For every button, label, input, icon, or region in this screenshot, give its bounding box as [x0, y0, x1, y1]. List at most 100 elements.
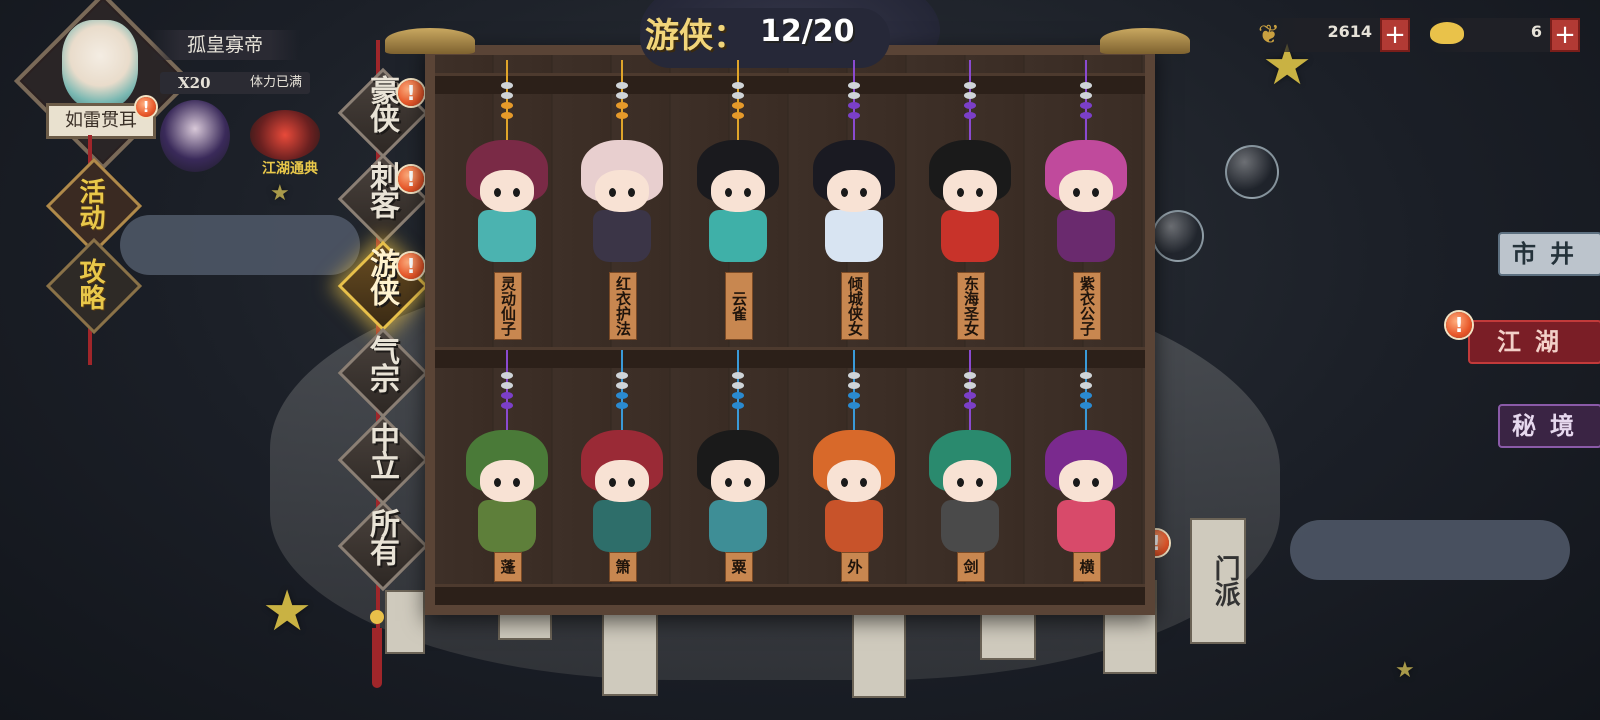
beads: [732, 372, 744, 412]
event-character-icon[interactable]: [160, 100, 230, 172]
character-slot[interactable]: 外: [799, 350, 909, 640]
bg-plaque: [385, 590, 425, 654]
nav-secret[interactable]: 秘境: [1498, 404, 1600, 448]
strategy-label[interactable]: 攻略: [72, 258, 109, 310]
character-figure: [1041, 140, 1131, 270]
nav-jianghu[interactable]: 江湖: [1468, 320, 1600, 364]
tab-label: 豪侠: [364, 75, 399, 131]
beads: [1080, 372, 1092, 412]
character-name-tag: 紫衣公子: [1073, 272, 1101, 340]
leaf-icon: ❦: [1258, 20, 1280, 50]
character-slot[interactable]: 东海圣女: [915, 60, 1025, 350]
character-figure: [693, 140, 783, 270]
cloud-left: [120, 215, 360, 275]
star-icon: ★: [270, 181, 290, 206]
activity-label[interactable]: 活动: [72, 178, 109, 230]
bubble: [1225, 145, 1279, 199]
character-name-tag: 云雀: [725, 272, 753, 340]
character-slot[interactable]: 云雀: [683, 60, 793, 350]
sect-label: 门派: [1210, 555, 1240, 607]
page-title: 游侠：: [645, 16, 747, 56]
cabinet-corner-left: [385, 28, 475, 54]
character-figure: [462, 140, 552, 270]
character-slot[interactable]: 剑: [915, 350, 1025, 640]
character-name-tag: 剑: [957, 552, 985, 582]
character-figure: [925, 430, 1015, 560]
character-slot[interactable]: 红衣护法: [567, 60, 677, 350]
character-name-tag: 蓬: [494, 552, 522, 582]
nav-secret-label: 秘境: [1512, 411, 1588, 440]
bubble: [1152, 210, 1204, 262]
character-slot[interactable]: 紫衣公子: [1031, 60, 1141, 350]
hero-count: 12/20: [760, 14, 855, 49]
tab-label: 所有: [364, 508, 399, 564]
character-slot[interactable]: 箫: [567, 350, 677, 640]
star-icon: ★: [262, 579, 313, 644]
tab-alert-badge: !: [398, 80, 424, 106]
character-slot[interactable]: 蓬: [452, 350, 562, 640]
cord-tassel: [372, 628, 382, 688]
tab-zhongli[interactable]: 中立: [337, 414, 429, 506]
character-slot[interactable]: 横: [1031, 350, 1141, 640]
character-figure: [693, 430, 783, 560]
stamina-bar: X20 体力已满: [160, 72, 310, 94]
tab-alert-badge: !: [398, 253, 424, 279]
stamina-count: X20: [178, 74, 211, 92]
beads: [848, 372, 860, 412]
leaf-amount: 2614: [1327, 22, 1372, 41]
nav-jianghu-label: 江湖: [1497, 327, 1573, 356]
cord-bead: [370, 610, 384, 624]
character-name-tag: 箫: [609, 552, 637, 582]
beads: [616, 82, 628, 122]
gold-ingot-icon: [1430, 22, 1464, 44]
beads: [964, 372, 976, 412]
tab-label: 气宗: [364, 335, 399, 391]
tab-label: 游侠: [364, 248, 399, 304]
beads: [501, 82, 513, 122]
character-name-tag: 粟: [725, 552, 753, 582]
avatar[interactable]: [62, 20, 138, 110]
star-icon: ★: [1395, 658, 1415, 683]
codex-label[interactable]: 江湖通典: [262, 158, 318, 178]
character-figure: [577, 430, 667, 560]
character-name-tag: 倾城侠女: [841, 272, 869, 340]
sect-plaque[interactable]: 门派: [1190, 518, 1246, 644]
codex-icon[interactable]: [250, 110, 320, 160]
gold-amount: 6: [1530, 22, 1542, 41]
character-figure: [809, 430, 899, 560]
character-slot[interactable]: 倾城侠女: [799, 60, 909, 350]
character-figure: [1041, 430, 1131, 560]
jianghu-alert-badge: !: [1446, 312, 1472, 338]
character-slot[interactable]: 灵动仙子: [452, 60, 562, 350]
beads: [732, 82, 744, 122]
nav-market[interactable]: 市井: [1498, 232, 1600, 276]
character-name-tag: 红衣护法: [609, 272, 637, 340]
beads: [964, 82, 976, 122]
add-gold-button[interactable]: +: [1550, 18, 1580, 52]
leaf-currency: ❦ 2614 +: [1258, 18, 1410, 52]
title-alert-badge: !: [136, 97, 156, 117]
character-name-tag: 横: [1073, 552, 1101, 582]
beads: [501, 372, 513, 412]
character-figure: [577, 140, 667, 270]
character-name-tag: 灵动仙子: [494, 272, 522, 340]
cabinet-corner-right: [1100, 28, 1190, 54]
character-name-tag: 东海圣女: [957, 272, 985, 340]
character-name-tag: 外: [841, 552, 869, 582]
character-slot[interactable]: 粟: [683, 350, 793, 640]
beads: [848, 82, 860, 122]
tab-alert-badge: !: [398, 166, 424, 192]
tab-label: 刺客: [364, 161, 399, 217]
beads: [616, 372, 628, 412]
character-figure: [925, 140, 1015, 270]
tab-label: 中立: [364, 422, 399, 478]
player-name: 孤皇寡帝: [150, 30, 300, 60]
beads: [1080, 82, 1092, 122]
tab-suoyou[interactable]: 所有: [337, 500, 429, 592]
character-figure: [462, 430, 552, 560]
tab-qizong[interactable]: 气宗: [337, 327, 429, 419]
cloud-right: [1290, 520, 1570, 580]
gold-currency: 6 +: [1430, 18, 1580, 52]
stamina-status: 体力已满: [249, 75, 302, 90]
add-leaf-button[interactable]: +: [1380, 18, 1410, 52]
